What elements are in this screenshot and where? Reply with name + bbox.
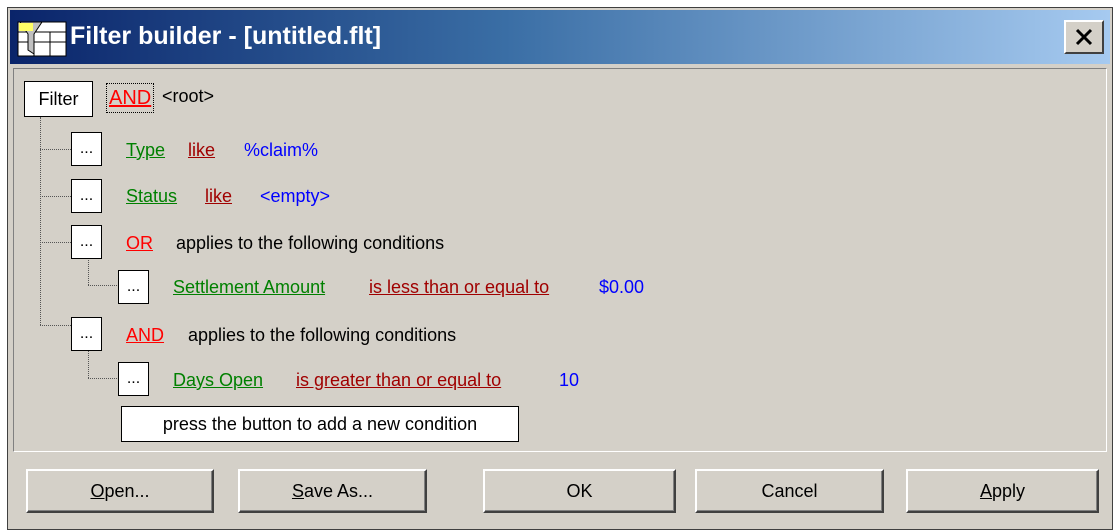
group-menu-button[interactable]: ... (71, 225, 102, 259)
window-title: Filter builder - [untitled.flt] (70, 22, 382, 50)
filter-root-button[interactable]: Filter (24, 81, 93, 117)
open-button[interactable]: Open... (26, 469, 214, 513)
condition-field[interactable]: Type (126, 139, 165, 161)
root-operator[interactable]: AND (106, 83, 155, 113)
close-button[interactable] (1064, 20, 1104, 54)
group-menu-button[interactable]: ... (71, 317, 102, 351)
condition-menu-button[interactable]: ... (118, 270, 149, 304)
condition-value[interactable]: $0.00 (599, 276, 644, 298)
tree-connector (40, 149, 71, 150)
condition-menu-button[interactable]: ... (71, 179, 102, 213)
apply-label: pply (991, 480, 1026, 501)
condition-field[interactable]: Status (126, 185, 177, 207)
group-description: applies to the following conditions (188, 325, 457, 345)
condition-field[interactable]: Settlement Amount (173, 276, 325, 298)
condition-operator[interactable]: is greater than or equal to (296, 369, 501, 391)
filter-funnel-icon (17, 21, 67, 57)
condition-value[interactable]: 10 (559, 369, 579, 391)
tree-connector (88, 378, 117, 379)
ok-button[interactable]: OK (483, 469, 676, 513)
group-description: applies to the following conditions (176, 233, 445, 253)
save-as-button[interactable]: Save As... (238, 469, 427, 513)
add-condition-button[interactable]: press the button to add a new condition (121, 406, 519, 442)
filter-builder-window: Filter builder - [untitled.flt] Filter A… (7, 7, 1113, 530)
cancel-button[interactable]: Cancel (695, 469, 884, 513)
condition-menu-button[interactable]: ... (118, 362, 149, 396)
condition-value[interactable]: <empty> (260, 185, 330, 207)
group-operator[interactable]: OR (126, 232, 153, 254)
apply-mnemonic: A (979, 480, 992, 501)
close-icon (1075, 28, 1093, 46)
apply-button[interactable]: Apply (906, 469, 1099, 513)
filter-tree-panel: Filter AND <root> ... Type like %claim% … (13, 68, 1107, 452)
tree-connector (40, 242, 71, 243)
open-mnemonic: O (90, 480, 105, 501)
condition-operator[interactable]: like (205, 185, 232, 207)
cancel-label: Cancel (761, 480, 818, 501)
root-label: <root> (162, 86, 215, 106)
condition-value[interactable]: %claim% (244, 139, 318, 161)
open-label: pen... (104, 480, 150, 501)
title-bar[interactable]: Filter builder - [untitled.flt] (10, 10, 1110, 64)
ok-label: OK (566, 480, 593, 501)
condition-menu-button[interactable]: ... (71, 132, 102, 166)
save-as-mnemonic: S (291, 480, 304, 501)
tree-connector (88, 285, 117, 286)
group-operator[interactable]: AND (126, 324, 164, 346)
condition-field[interactable]: Days Open (173, 369, 263, 391)
tree-connector (40, 196, 71, 197)
save-as-label: ave As... (303, 480, 374, 501)
tree-connector (40, 325, 71, 326)
tree-connector (88, 260, 89, 285)
condition-operator[interactable]: is less than or equal to (369, 276, 549, 298)
condition-operator[interactable]: like (188, 139, 215, 161)
